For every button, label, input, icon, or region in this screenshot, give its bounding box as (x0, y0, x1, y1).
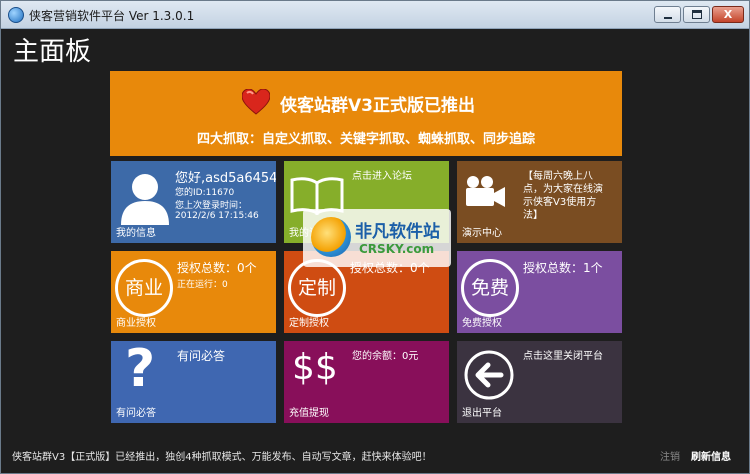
tile-label: 有问必答 (116, 408, 156, 419)
minimize-icon (664, 17, 672, 19)
tile-business-license[interactable]: 商业 授权总数：0个 正在运行：0 商业授权 (111, 251, 276, 333)
close-icon: X (723, 8, 733, 21)
app-icon (8, 7, 24, 23)
free-count: 授权总数：1个 (523, 261, 603, 275)
demo-line-4: 法】 (523, 210, 543, 221)
promo-banner[interactable]: 侠客站群V3正式版已推出 四大抓取：自定义抓取、关键字抓取、蜘蛛抓取、同步追踪 (110, 71, 622, 156)
maximize-icon (692, 10, 702, 19)
watermark-text: 非凡软件站 (355, 222, 440, 242)
tile-label: 我的信息 (116, 228, 156, 239)
page-title: 主面板 (13, 37, 92, 67)
title-bar[interactable]: 侠客营销软件平台 Ver 1.3.0.1 X (1, 1, 749, 29)
close-button[interactable]: X (712, 6, 744, 23)
tile-exit[interactable]: 点击这里关闭平台 退出平台 (457, 341, 622, 423)
tile-label: 充值提现 (289, 408, 329, 419)
window-title: 侠客营销软件平台 Ver 1.3.0.1 (29, 9, 195, 23)
tile-recharge[interactable]: $$ 您的余额：0元 充值提现 (284, 341, 449, 423)
question-icon: ? (125, 341, 156, 399)
tile-label: 退出平台 (462, 408, 502, 419)
business-count: 授权总数：0个 (177, 261, 257, 275)
forum-text: 点击进入论坛 (352, 171, 412, 182)
balance-text: 您的余额：0元 (352, 351, 419, 362)
maximize-button[interactable] (683, 6, 710, 23)
watermark: 非凡软件站 CRSKY.com (303, 209, 451, 267)
user-icon (121, 174, 169, 225)
business-running: 正在运行：0 (177, 280, 228, 290)
back-arrow-icon (464, 350, 514, 400)
dollar-icon: $$ (292, 347, 338, 388)
status-message: 侠客站群V3【正式版】已经推出，独创4种抓取模式、万能发布、自动写文章，赶快来体… (12, 452, 432, 463)
user-id-text: 您的ID:11670 (175, 188, 235, 198)
tile-my-info[interactable]: 您好,asd5a6454 您的ID:11670 您上次登录时间： 2012/2/… (111, 161, 276, 243)
business-badge: 商业 (115, 259, 173, 317)
tile-faq[interactable]: ? 有问必答 有问必答 (111, 341, 276, 423)
exit-text: 点击这里关闭平台 (523, 351, 603, 362)
banner-title: 侠客站群V3正式版已推出 (280, 96, 475, 116)
tile-label: 演示中心 (462, 228, 502, 239)
tile-label: 商业授权 (116, 318, 156, 329)
banner-subtitle: 四大抓取：自定义抓取、关键字抓取、蜘蛛抓取、同步追踪 (196, 132, 535, 147)
custom-badge: 定制 (288, 259, 346, 317)
app-window: 侠客营销软件平台 Ver 1.3.0.1 X 主面板 侠客站群V3正式版已推出 … (0, 0, 750, 474)
tile-label: 定制授权 (289, 318, 329, 329)
minimize-button[interactable] (654, 6, 681, 23)
refresh-link[interactable]: 刷新信息 (691, 448, 731, 463)
last-login-time: 2012/2/6 17:15:46 (175, 211, 259, 221)
tile-demo-center[interactable]: 【每周六晚上八 点，为大家在线演 示侠客V3使用方 法】 演示中心 (457, 161, 622, 243)
logout-link[interactable]: 注销 (660, 448, 680, 463)
watermark-logo-icon (311, 217, 351, 257)
greeting-text: 您好,asd5a6454 (175, 171, 276, 186)
tile-label: 免费授权 (462, 318, 502, 329)
status-bar: 侠客站群V3【正式版】已经推出，独创4种抓取模式、万能发布、自动写文章，赶快来体… (1, 441, 749, 473)
heart-icon (242, 89, 270, 115)
faq-text: 有问必答 (177, 349, 226, 363)
free-badge: 免费 (461, 259, 519, 317)
tile-free-license[interactable]: 免费 授权总数：1个 免费授权 (457, 251, 622, 333)
video-camera-icon (466, 176, 505, 207)
last-login-label: 您上次登录时间： (175, 201, 248, 211)
watermark-sub: CRSKY.com (359, 242, 435, 256)
